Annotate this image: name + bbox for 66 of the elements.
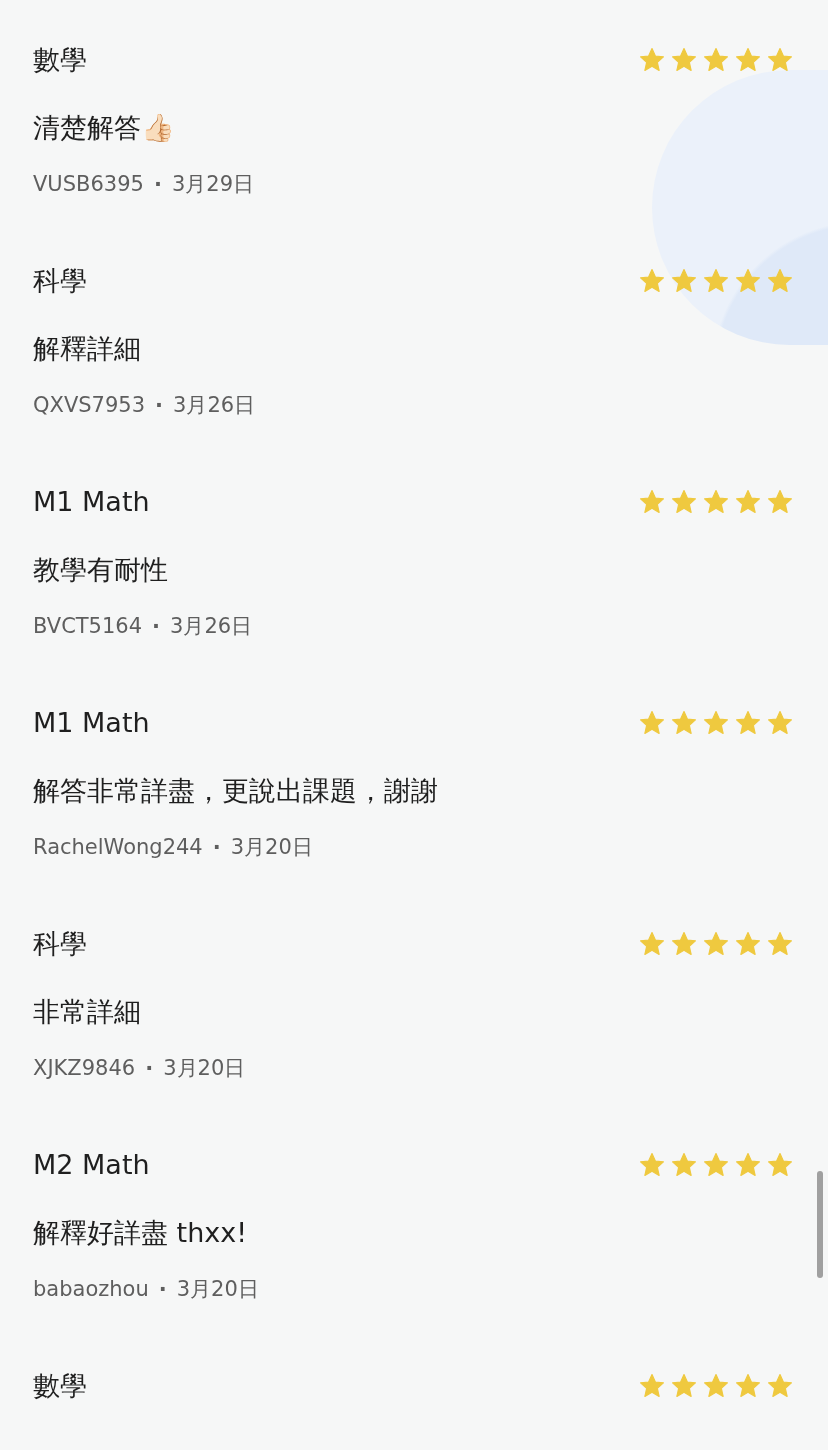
separator-dot: · (145, 1055, 154, 1082)
star-icon (638, 46, 666, 74)
separator-dot: · (153, 171, 162, 198)
reviewer-name: BVCT5164 (33, 613, 143, 640)
star-icon (766, 1151, 794, 1179)
review-date: 3月20日 (176, 1276, 259, 1303)
star-icon (670, 1151, 698, 1179)
review-comment: 解釋好詳盡 thxx! (33, 1216, 249, 1250)
star-icon (702, 930, 730, 958)
star-icon (638, 267, 666, 295)
separator-dot: · (152, 613, 161, 640)
review-comment: 教學有耐性 (33, 553, 169, 587)
star-icon (670, 267, 698, 295)
star-icon (734, 1151, 762, 1179)
review-date: 3月26日 (173, 392, 256, 419)
star-icon (638, 930, 666, 958)
review-comment: 解釋詳細 (33, 332, 142, 366)
review-date: 3月20日 (163, 1055, 246, 1082)
star-icon (734, 1372, 762, 1400)
star-icon (670, 1372, 698, 1400)
subject-title: 科學 (33, 264, 87, 298)
star-icon (766, 267, 794, 295)
star-icon (766, 488, 794, 516)
star-icon (702, 709, 730, 737)
review-date: 3月29日 (171, 171, 254, 198)
reviewer-name: RachelWong244 (33, 834, 203, 861)
review-date: 3月20日 (230, 834, 313, 861)
review-date: 3月26日 (170, 613, 253, 640)
separator-dot: · (212, 834, 221, 861)
star-icon (670, 46, 698, 74)
subject-title: M1 Math (33, 706, 150, 740)
star-icon (734, 930, 762, 958)
star-icon (670, 930, 698, 958)
star-icon (702, 267, 730, 295)
subject-title: M1 Math (33, 485, 150, 519)
star-icon (670, 488, 698, 516)
subject-title: 科學 (33, 927, 87, 961)
star-icon (734, 46, 762, 74)
review-comment: 非常詳細 (33, 995, 142, 1029)
reviewer-name: QXVS7953 (33, 392, 146, 419)
star-icon (766, 709, 794, 737)
reviewer-name: VUSB6395 (33, 171, 144, 198)
review-comment: 清楚解答👍🏻 (33, 111, 176, 145)
separator-dot: · (158, 1276, 167, 1303)
separator-dot: · (155, 392, 164, 419)
star-icon (766, 1372, 794, 1400)
star-icon (702, 46, 730, 74)
star-icon (734, 488, 762, 516)
star-icon (638, 1151, 666, 1179)
star-icon (638, 709, 666, 737)
subject-title: M2 Math (33, 1148, 150, 1182)
star-icon (766, 930, 794, 958)
subject-title: 數學 (33, 1369, 87, 1403)
reviewer-name: babaozhou (33, 1276, 149, 1303)
star-icon (702, 1372, 730, 1400)
review-comment: 解答非常詳盡，更說出課題，謝謝 (33, 774, 439, 808)
star-icon (702, 1151, 730, 1179)
subject-title: 數學 (33, 43, 87, 77)
star-icon (734, 267, 762, 295)
star-icon (766, 46, 794, 74)
star-icon (734, 709, 762, 737)
reviewer-name: XJKZ9846 (33, 1055, 136, 1082)
star-icon (638, 1372, 666, 1400)
star-icon (702, 488, 730, 516)
star-icon (670, 709, 698, 737)
star-icon (638, 488, 666, 516)
